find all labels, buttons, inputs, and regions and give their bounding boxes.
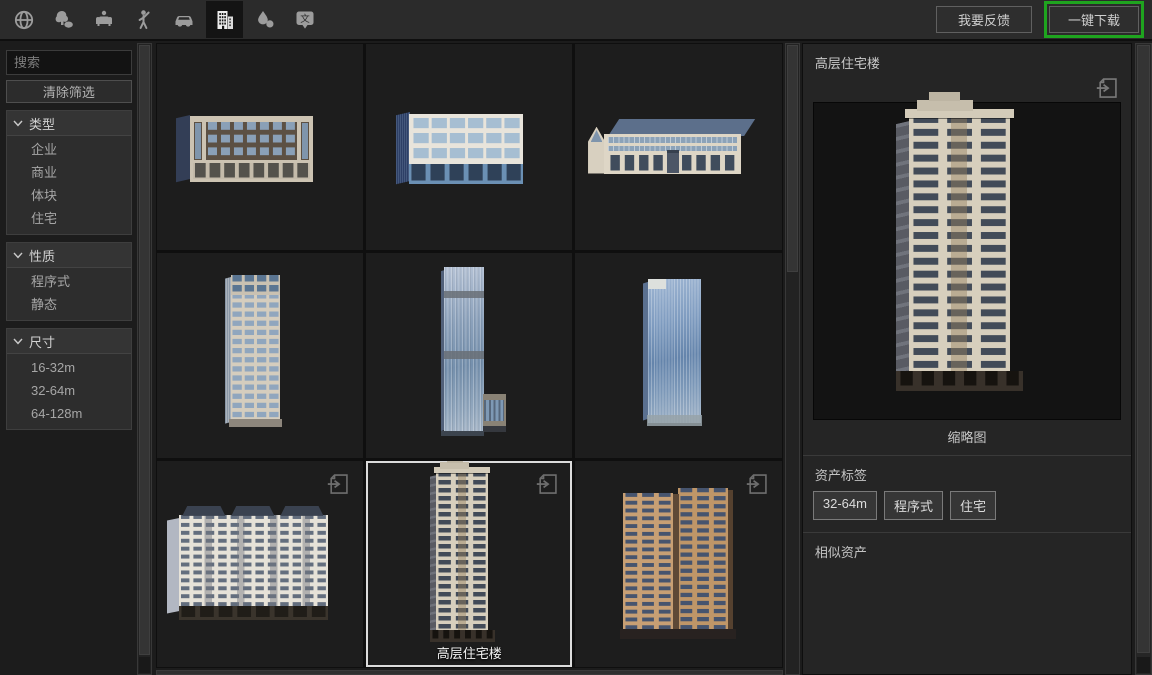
sign-text-icon: 文: [293, 8, 317, 32]
thumbnail-glass-tower-blue: [648, 279, 702, 423]
page-scrollbar: [1135, 43, 1152, 675]
tab-building[interactable]: [206, 1, 243, 38]
download-button[interactable]: 一键下载: [1049, 6, 1139, 33]
thumbnail-residential-twin-brown: [623, 488, 734, 636]
selected-item-label: 高层住宅楼: [366, 643, 572, 662]
search-input[interactable]: [6, 50, 132, 75]
section-items: 16-32m 32-64m 64-128m: [7, 354, 131, 429]
filter-item-16-32m[interactable]: 16-32m: [7, 356, 131, 379]
grid-item-glass-blue[interactable]: [575, 253, 781, 459]
export-icon[interactable]: [534, 470, 561, 497]
toolbar-actions: 我要反馈 一键下载: [936, 1, 1152, 38]
thumbnail-residential-highrise-cream: [436, 472, 488, 643]
chevron-down-icon: [13, 120, 23, 127]
filter-item-64-128m[interactable]: 64-128m: [7, 402, 131, 425]
section-header-nature[interactable]: 性质: [7, 243, 131, 268]
export-icon[interactable]: [744, 470, 771, 497]
asset-grid: 高层住宅楼: [156, 43, 783, 668]
export-icon[interactable]: [325, 470, 352, 497]
filter-sidebar: 清除筛选 类型 企业 商业 体块 住宅 性质: [6, 50, 132, 675]
grid-item-office-tan[interactable]: [157, 44, 363, 250]
filter-item-enterprise[interactable]: 企业: [7, 138, 131, 161]
main-area: 清除筛选 类型 企业 商业 体块 住宅 性质: [0, 43, 1152, 675]
grid-horizontal-scrollbar[interactable]: [156, 670, 783, 675]
asset-preview: [813, 102, 1121, 420]
detail-title: 高层住宅楼: [813, 50, 1121, 72]
section-title: 类型: [29, 114, 55, 133]
grid-item-glass-podium[interactable]: [366, 253, 572, 459]
chevron-down-icon: [13, 338, 23, 345]
thumbnail-caption: 缩略图: [813, 420, 1121, 455]
tab-water[interactable]: [245, 2, 285, 38]
sidebar-scrollbar: [137, 43, 152, 675]
similar-assets-area: [813, 568, 1121, 674]
tags-section-title: 资产标签: [813, 456, 1121, 491]
sidebar-scrollbar-thumb[interactable]: [139, 45, 150, 655]
filter-item-procedural[interactable]: 程序式: [7, 270, 131, 293]
building-icon: [213, 8, 237, 32]
tag-procedural[interactable]: 程序式: [884, 491, 943, 520]
page-scrollbar-button[interactable]: [1137, 657, 1150, 673]
thumbnail-tower-cream-grid: [231, 275, 281, 427]
tab-vehicle[interactable]: [164, 2, 204, 38]
thumbnail-office-lowrise-tan: [190, 116, 314, 182]
thumbnail-warehouse-blue-roof: [604, 134, 740, 173]
section-header-type[interactable]: 类型: [7, 111, 131, 136]
grid-item-residential-highrise-selected[interactable]: 高层住宅楼: [366, 461, 572, 667]
thumbnail-glass-tower-podium: [444, 267, 483, 436]
thumbnail-residential-complex-white: [179, 515, 328, 618]
tab-nature[interactable]: [44, 2, 84, 38]
grid-item-tower-cream[interactable]: [157, 253, 363, 459]
grid-item-warehouse[interactable]: [575, 44, 781, 250]
grid-scrollbar: [785, 43, 800, 675]
sign-glyph: 文: [300, 12, 310, 24]
chevron-down-icon: [13, 252, 23, 259]
feedback-button[interactable]: 我要反馈: [936, 6, 1032, 33]
asset-tags: 32-64m 程序式 住宅: [813, 491, 1121, 532]
tab-globe[interactable]: [4, 2, 44, 38]
clear-filters-button[interactable]: 清除筛选: [6, 80, 132, 103]
filter-item-32-64m[interactable]: 32-64m: [7, 379, 131, 402]
filter-item-massing[interactable]: 体块: [7, 184, 131, 207]
filter-section-type: 类型 企业 商业 体块 住宅: [6, 110, 132, 235]
filter-section-size: 尺寸 16-32m 32-64m 64-128m: [6, 328, 132, 430]
tab-character[interactable]: [124, 2, 164, 38]
globe-icon: [12, 8, 36, 32]
thumbnail-office-midrise-white-blue: [409, 114, 523, 184]
filter-item-commercial[interactable]: 商业: [7, 161, 131, 184]
car-icon: [172, 8, 196, 32]
grid-item-office-white-blue[interactable]: [366, 44, 572, 250]
grid-scrollbar-thumb[interactable]: [787, 45, 798, 272]
preview-residential-highrise-cream: [909, 116, 1010, 391]
section-header-size[interactable]: 尺寸: [7, 329, 131, 354]
detail-header-actions: [813, 72, 1121, 102]
category-tabs: 文: [0, 1, 325, 38]
detail-panel: 高层住宅楼 缩略图 资产标签 32-64m 程序式 住宅 相似资产: [802, 43, 1132, 675]
page-scrollbar-thumb[interactable]: [1137, 45, 1150, 653]
filter-item-static[interactable]: 静态: [7, 293, 131, 316]
similar-section-title: 相似资产: [813, 533, 1121, 568]
filter-section-nature: 性质 程序式 静态: [6, 242, 132, 321]
tab-furniture[interactable]: [84, 2, 124, 38]
download-highlight-frame: 一键下载: [1044, 1, 1144, 38]
toolbar: 文 我要反馈 一键下载: [0, 0, 1152, 41]
tree-icon: [52, 8, 76, 32]
asset-library-window: 文 我要反馈 一键下载 清除筛选 类型 企业 商业 体块: [0, 0, 1152, 675]
export-icon[interactable]: [1094, 74, 1121, 101]
section-items: 企业 商业 体块 住宅: [7, 136, 131, 234]
tag-residential[interactable]: 住宅: [950, 491, 996, 520]
grid-item-residential-twin[interactable]: [575, 461, 781, 667]
section-title: 性质: [29, 246, 55, 265]
sofa-icon: [92, 8, 116, 32]
filter-item-residential[interactable]: 住宅: [7, 207, 131, 230]
asset-grid-column: 高层住宅楼: [156, 43, 783, 675]
tab-sign[interactable]: 文: [285, 2, 325, 38]
grid-item-residential-complex[interactable]: [157, 461, 363, 667]
tag-size[interactable]: 32-64m: [813, 491, 877, 520]
section-title: 尺寸: [29, 332, 55, 351]
section-items: 程序式 静态: [7, 268, 131, 320]
sidebar-scrollbar-button[interactable]: [139, 657, 150, 673]
water-drop-icon: [253, 8, 277, 32]
person-icon: [132, 8, 156, 32]
